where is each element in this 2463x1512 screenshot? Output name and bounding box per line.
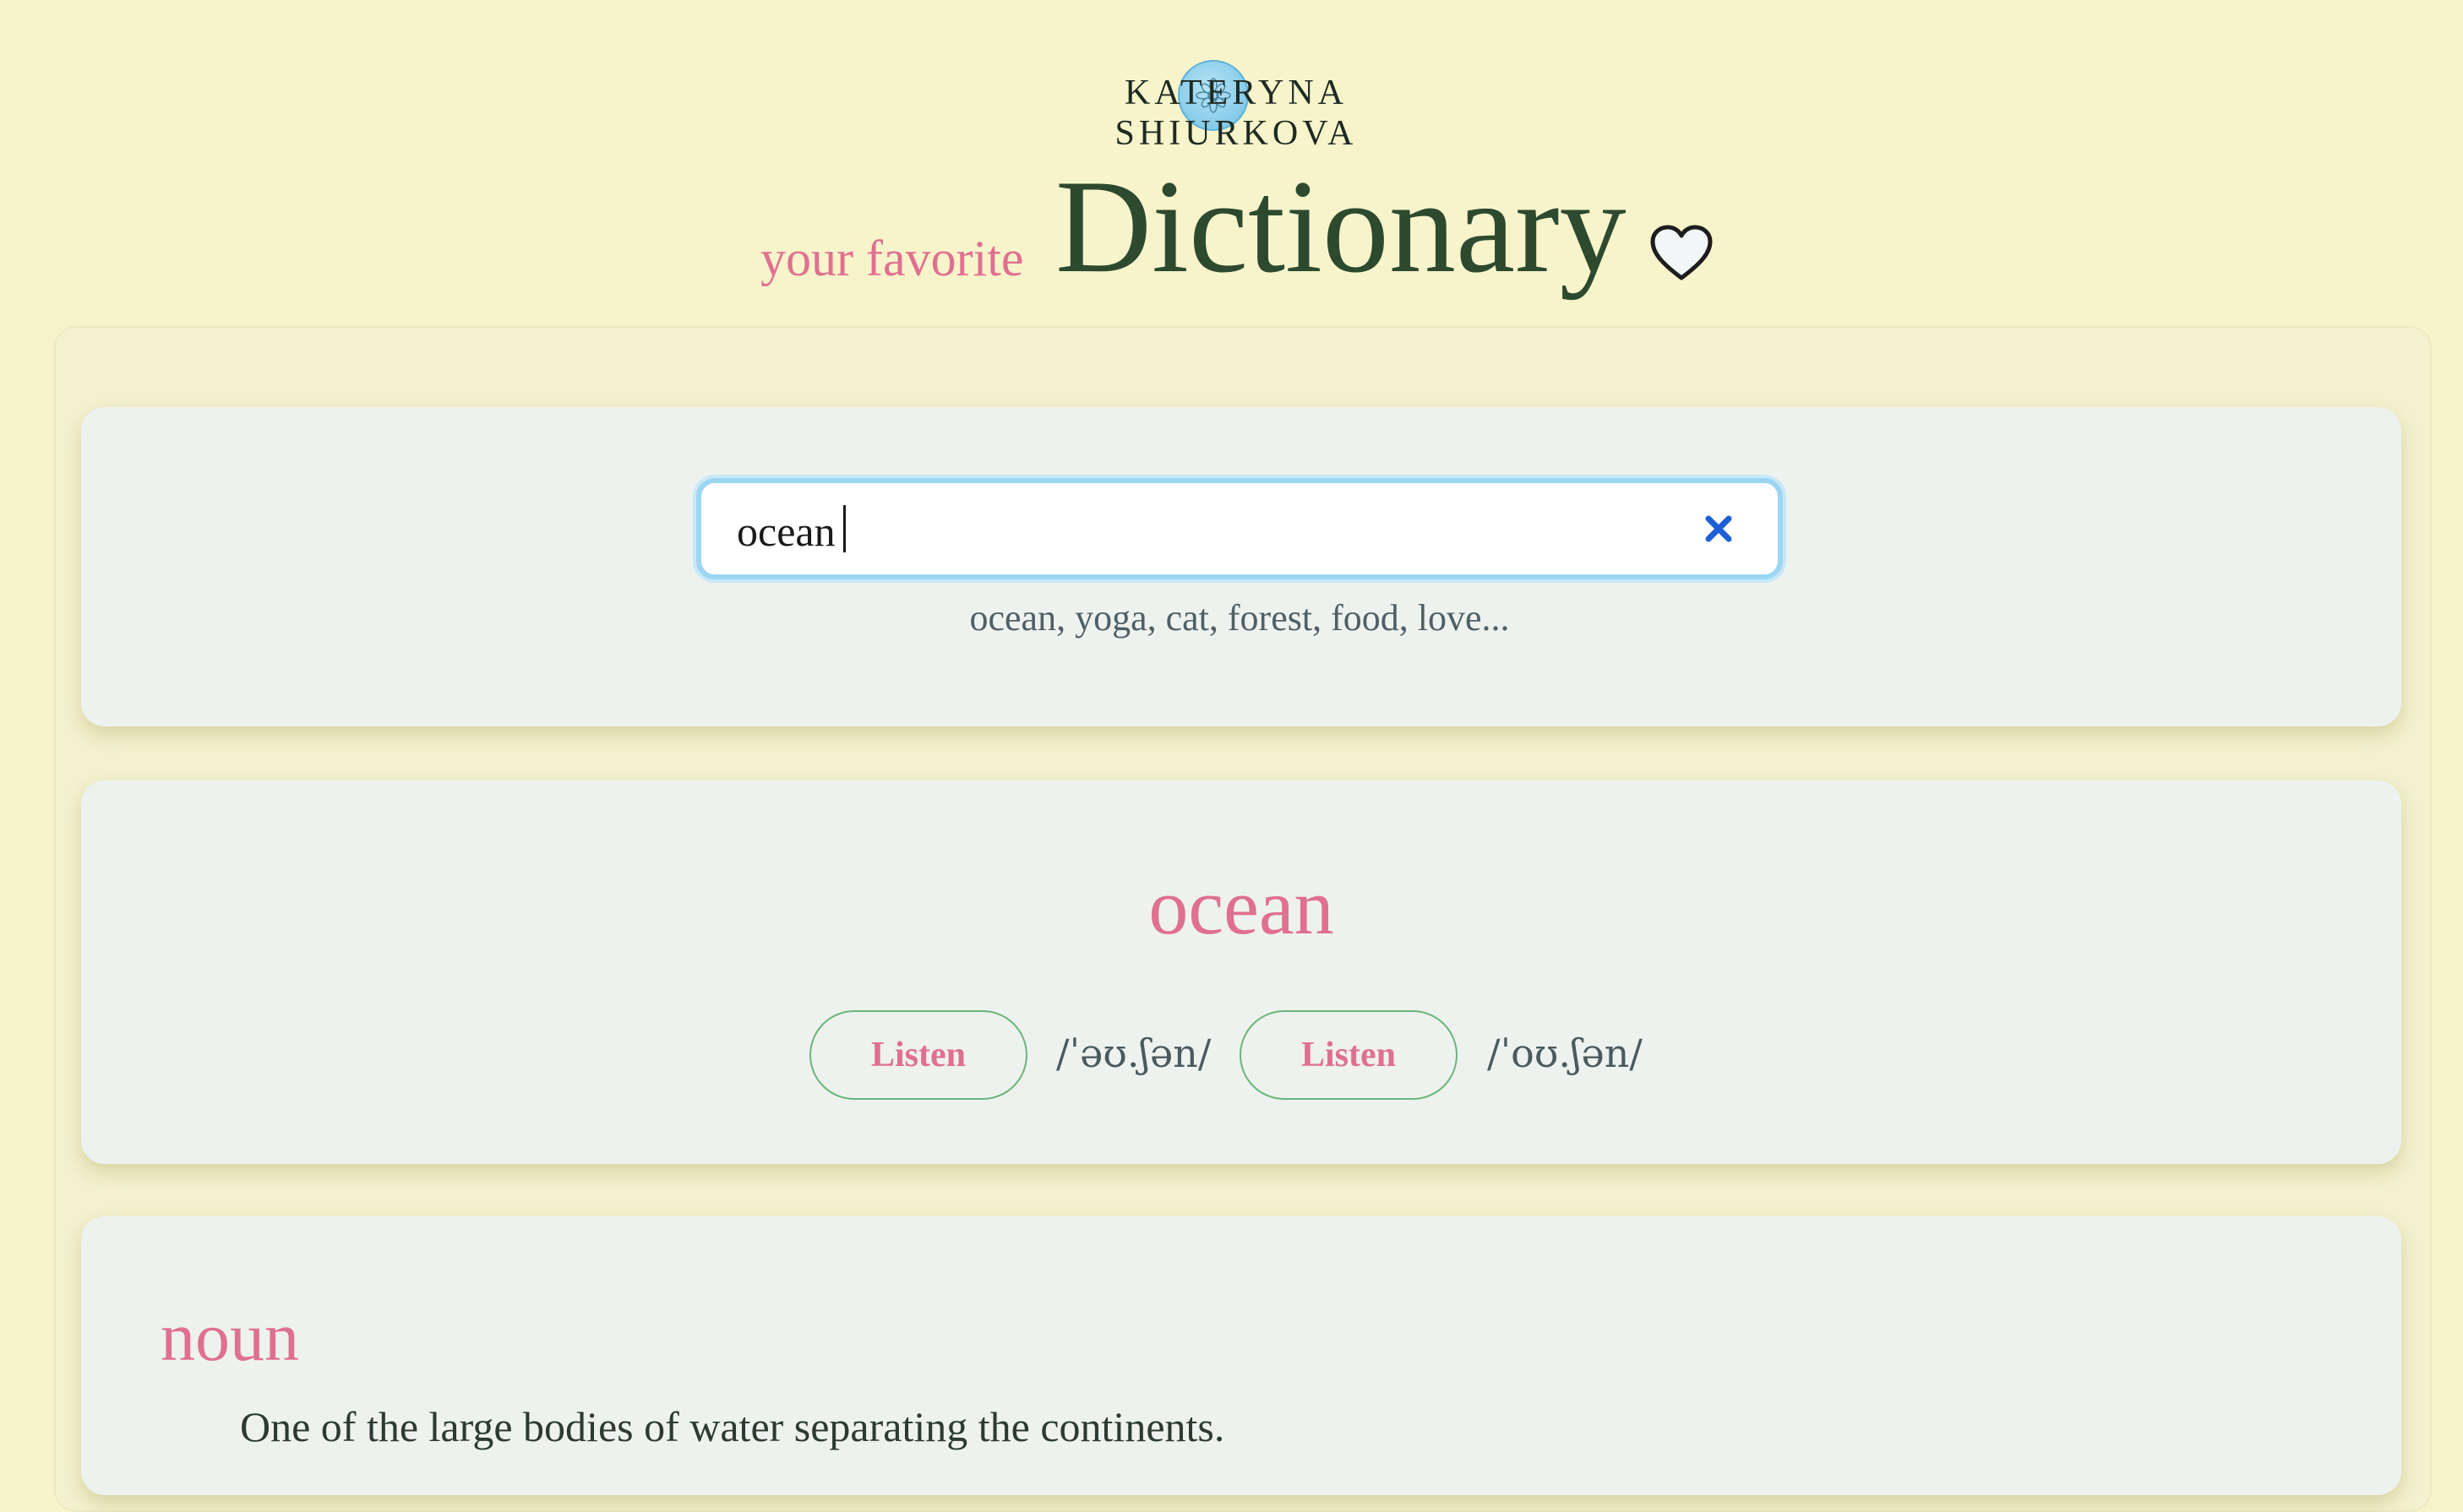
listen-button-uk[interactable]: Listen [809, 1010, 1027, 1100]
search-box[interactable] [696, 478, 1783, 579]
listen-button-us[interactable]: Listen [1240, 1010, 1458, 1100]
close-icon[interactable] [1702, 512, 1736, 546]
title-prefix: your favorite [760, 231, 1024, 286]
phonetic-uk: /ˈəʊ.ʃən/ [1056, 1031, 1212, 1076]
text-caret [843, 505, 846, 552]
part-of-speech: noun [161, 1298, 299, 1375]
author-name[interactable]: KATERYNA SHIURKOVA [1016, 73, 1456, 154]
phonetic-us: /ˈoʊ.ʃən/ [1487, 1031, 1643, 1076]
search-input[interactable] [735, 505, 1668, 557]
heart-icon [1649, 224, 1714, 283]
definition-text: One of the large bodies of water separat… [240, 1403, 1225, 1450]
page-title: your favorite Dictionary [0, 154, 2463, 313]
meaning-card [81, 1216, 2401, 1495]
headword: ocean [1148, 863, 1334, 951]
word-card [81, 780, 2401, 1164]
site-header: KATERYNA SHIURKOVA [0, 54, 2463, 153]
title-main: Dictionary [1055, 153, 1627, 301]
search-hint: ocean, yoga, cat, forest, food, love... [969, 597, 1510, 639]
